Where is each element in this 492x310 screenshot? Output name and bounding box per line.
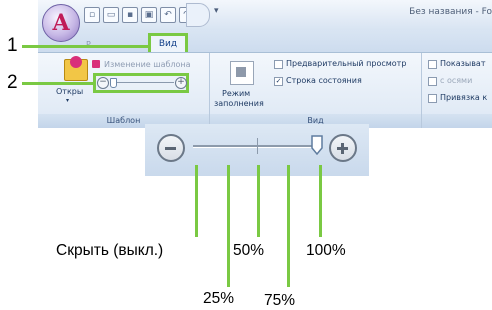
quick-access-dropdown-icon[interactable]: ▾ bbox=[214, 6, 219, 16]
ribbon-tab-row bbox=[38, 30, 492, 52]
show-checkbox-label: Показыват bbox=[440, 59, 486, 68]
ribbon-screenshot: ▫ ▭ ▪ ▣ ↶ ↷ ▾ Без названия - Fo A Р... В… bbox=[38, 0, 492, 128]
fill-mode-icon[interactable] bbox=[230, 61, 254, 85]
preview-checkbox-label: Предварительный просмотр bbox=[286, 59, 407, 68]
zoom-in-mini-icon[interactable]: + bbox=[175, 77, 187, 89]
group-extra: Показыват с осями Привязка к bbox=[422, 53, 492, 128]
zoom-out-mini-icon[interactable]: − bbox=[97, 77, 109, 89]
axes-checkbox-label: с осями bbox=[440, 76, 473, 85]
open-folder-icon[interactable]: ▭ bbox=[103, 7, 119, 23]
status-bar-checkbox-label: Строка состояния bbox=[286, 76, 362, 85]
tab-view[interactable]: Вид bbox=[148, 33, 188, 53]
label-hide-off: Скрыть (выкл.) bbox=[56, 242, 164, 259]
fill-mode-label-line1: Режим bbox=[222, 89, 251, 98]
zoom-mini-thumb[interactable] bbox=[110, 78, 117, 88]
callout-2-line bbox=[22, 82, 94, 85]
preview-checkbox[interactable] bbox=[274, 60, 283, 69]
pointer-75 bbox=[287, 165, 290, 287]
show-checkbox[interactable] bbox=[428, 60, 437, 69]
app-logo-letter: A bbox=[52, 10, 70, 36]
window-title: Без названия - Fo bbox=[409, 7, 492, 17]
label-75: 75% bbox=[264, 292, 296, 309]
callout-1-line bbox=[22, 45, 148, 48]
callout-1-number: 1 bbox=[7, 35, 18, 56]
label-25: 25% bbox=[203, 290, 235, 307]
pointer-50 bbox=[257, 165, 260, 237]
zoom-mini-track bbox=[110, 82, 174, 83]
save-icon[interactable]: ▪ bbox=[122, 7, 138, 23]
save-as-icon[interactable]: ▣ bbox=[141, 7, 157, 23]
zoom-in-icon[interactable] bbox=[329, 134, 357, 162]
zoom-slider-mini[interactable]: − + bbox=[97, 76, 187, 90]
new-file-icon[interactable]: ▫ bbox=[84, 7, 100, 23]
open-dropdown-icon[interactable]: ▾ bbox=[66, 97, 69, 104]
pointer-100 bbox=[319, 165, 322, 237]
pointer-off bbox=[195, 165, 198, 237]
undo-icon[interactable]: ↶ bbox=[160, 7, 176, 23]
fill-mode-button[interactable]: Режим заполнения bbox=[214, 89, 264, 109]
quick-access-icons: ▫ ▭ ▪ ▣ ↶ ↷ bbox=[84, 7, 195, 23]
zoom-out-icon[interactable] bbox=[157, 134, 185, 162]
zoom-thumb[interactable] bbox=[311, 135, 323, 155]
fill-mode-label-line2: заполнения bbox=[214, 99, 264, 108]
open-template-icon[interactable] bbox=[64, 56, 88, 81]
group-view: Режим заполнения Предварительный просмот… bbox=[210, 53, 422, 128]
callout-2-number: 2 bbox=[7, 72, 18, 93]
snap-checkbox-label: Привязка к bbox=[440, 93, 488, 102]
quick-access-toolbar: ▫ ▭ ▪ ▣ ↶ ↷ ▾ Без названия - Fo bbox=[38, 0, 492, 30]
group-extra-label bbox=[422, 114, 492, 128]
pointer-25 bbox=[227, 165, 230, 287]
status-bar-checkbox[interactable]: ✓ bbox=[274, 77, 283, 86]
snap-checkbox[interactable] bbox=[428, 94, 437, 103]
quick-access-end-cap bbox=[186, 3, 210, 27]
zoom-track-center-tick bbox=[257, 138, 258, 154]
label-50: 50% bbox=[233, 242, 265, 259]
axes-checkbox[interactable] bbox=[428, 77, 437, 86]
open-button-label[interactable]: Откры bbox=[56, 87, 83, 96]
application-button[interactable]: A bbox=[42, 4, 80, 42]
change-template-icon bbox=[92, 60, 100, 68]
change-template-button[interactable]: Изменение шаблона bbox=[104, 60, 191, 69]
label-100: 100% bbox=[306, 242, 346, 259]
